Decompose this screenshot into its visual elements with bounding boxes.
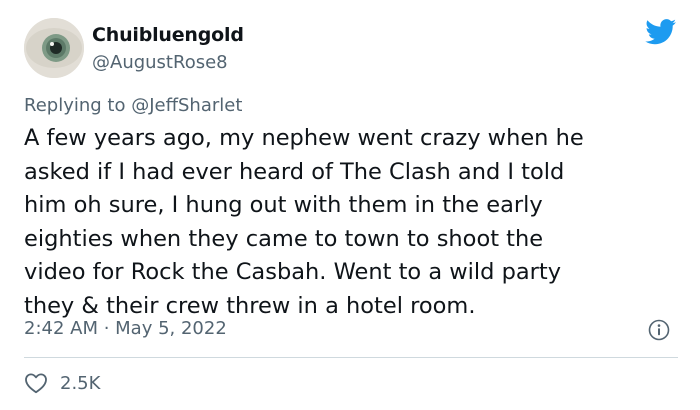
tweet-text-line: video for Rock the Casbah. Went to a wil… <box>24 259 562 286</box>
tweet-text: A few years ago, my nephew went crazy wh… <box>24 122 684 324</box>
reply-mention-link[interactable]: @JeffSharlet <box>131 95 242 116</box>
replying-to-line: Replying to @JeffSharlet <box>24 95 242 116</box>
divider <box>24 357 678 358</box>
tweet-text-line: asked if I had ever heard of The Clash a… <box>24 158 565 185</box>
user-handle[interactable]: @AugustRose8 <box>92 52 228 73</box>
info-icon[interactable] <box>648 319 670 341</box>
replying-to-label: Replying to <box>24 95 126 116</box>
like-count: 2.5K <box>60 372 101 394</box>
like-button[interactable]: 2.5K <box>24 370 100 396</box>
avatar[interactable] <box>24 18 84 78</box>
tweet-text-line: him oh sure, I hung out with them in the… <box>24 192 543 219</box>
tweet-text-line: A few years ago, my nephew went crazy wh… <box>24 125 584 151</box>
tweet-text-line: eighties when they came to town to shoot… <box>24 225 544 252</box>
twitter-bird-icon[interactable] <box>645 19 677 45</box>
avatar-eye-image <box>24 18 84 78</box>
tweet-timestamp[interactable]: 2:42 AM · May 5, 2022 <box>24 318 227 339</box>
heart-icon <box>25 373 47 394</box>
display-name[interactable]: Chuibluengold <box>92 24 244 46</box>
